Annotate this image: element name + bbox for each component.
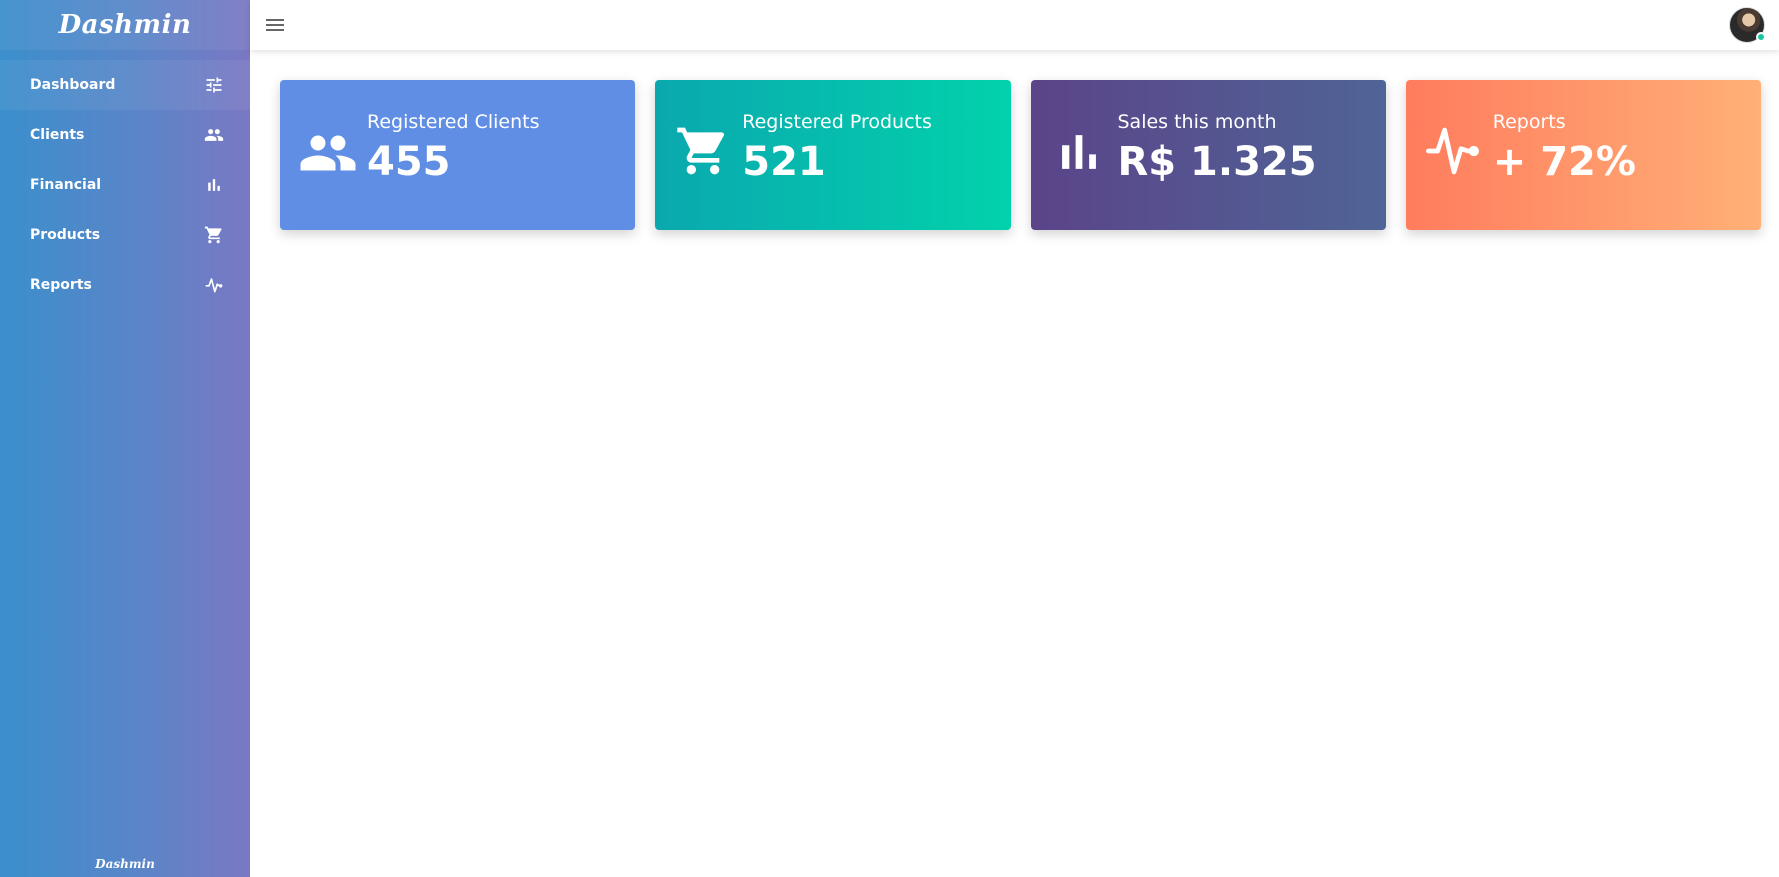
online-status-dot xyxy=(1756,32,1766,42)
card-title: Sales this month xyxy=(1117,111,1277,133)
card-title: Reports xyxy=(1492,111,1566,133)
card-registered-clients[interactable]: Registered Clients 455 xyxy=(280,80,636,230)
bar-chart-icon xyxy=(1049,123,1109,183)
topbar xyxy=(250,0,1779,50)
sidebar-item-financial[interactable]: Financial xyxy=(0,160,250,210)
brand-logo[interactable]: Dashmin xyxy=(0,0,250,50)
people-icon xyxy=(204,125,224,145)
sidebar: Dashmin Dashboard Clients Financial Prod… xyxy=(0,0,250,877)
card-value: 455 xyxy=(367,139,451,185)
stats-cards: Registered Clients 455 Registered Produc… xyxy=(280,80,1761,230)
sidebar-item-products[interactable]: Products xyxy=(0,210,250,260)
sidebar-item-label: Reports xyxy=(30,277,92,293)
card-title: Registered Clients xyxy=(367,111,540,133)
app-root: Dashmin Dashboard Clients Financial Prod… xyxy=(0,0,1779,877)
card-sales-this-month[interactable]: Sales this month R$ 1.325 xyxy=(1030,80,1386,230)
card-value: 521 xyxy=(742,139,826,185)
sidebar-item-label: Clients xyxy=(30,127,85,143)
user-avatar[interactable] xyxy=(1729,7,1766,43)
sidebar-item-clients[interactable]: Clients xyxy=(0,110,250,160)
cart-icon xyxy=(204,225,224,245)
bar-chart-icon xyxy=(204,175,224,195)
sidebar-item-label: Financial xyxy=(30,177,102,193)
card-registered-products[interactable]: Registered Products 521 xyxy=(655,80,1011,230)
sidebar-nav: Dashboard Clients Financial Products Rep… xyxy=(0,60,250,310)
sidebar-item-reports[interactable]: Reports xyxy=(0,260,250,310)
sidebar-item-label: Products xyxy=(30,227,101,243)
hamburger-icon[interactable] xyxy=(266,18,284,32)
sidebar-item-dashboard[interactable]: Dashboard xyxy=(0,60,250,110)
card-value: + 72% xyxy=(1492,139,1636,185)
card-reports[interactable]: Reports + 72% xyxy=(1405,80,1761,230)
pulse-icon xyxy=(204,275,224,295)
card-title: Registered Products xyxy=(742,111,932,133)
people-icon xyxy=(298,123,358,183)
card-value: R$ 1.325 xyxy=(1117,139,1317,185)
main-content: Registered Clients 455 Registered Produc… xyxy=(250,50,1779,877)
sliders-icon xyxy=(204,75,224,95)
cart-icon xyxy=(673,123,733,183)
sidebar-footer-brand: Dashmin xyxy=(95,857,155,871)
sidebar-item-label: Dashboard xyxy=(30,77,116,93)
pulse-icon xyxy=(1424,123,1484,183)
